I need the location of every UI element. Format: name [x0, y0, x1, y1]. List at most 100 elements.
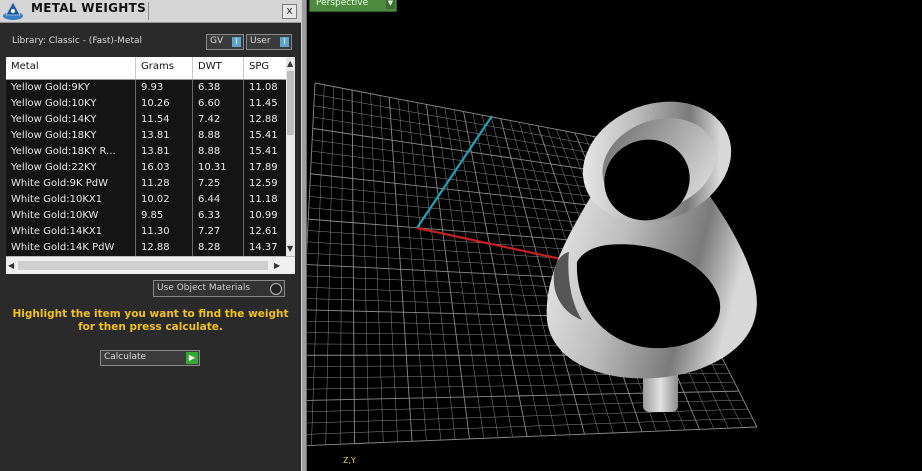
spg-cell: 12.59 [249, 178, 278, 189]
cell-divider [243, 144, 244, 160]
metal-cell: Yellow Gold:22KY [11, 162, 97, 173]
chevron-down-icon[interactable]: ▼ [386, 0, 395, 9]
grams-cell: 11.30 [141, 226, 170, 237]
table-row[interactable]: White Gold:14KX1 11.30 7.27 12.61 [6, 224, 286, 241]
metal-cell: Yellow Gold:9KY [11, 82, 90, 93]
table-row[interactable]: White Gold:10KX1 10.02 6.44 11.18 [6, 192, 286, 209]
ring-model[interactable] [546, 82, 757, 412]
panel-title: METAL WEIGHTS [31, 1, 147, 15]
dwt-cell: 7.42 [198, 114, 221, 125]
scroll-up-icon[interactable]: ▲ [287, 59, 293, 68]
calculate-label: Calculate [104, 352, 147, 362]
grams-cell: 9.85 [141, 210, 164, 221]
scroll-left-icon[interactable]: ◀ [8, 261, 14, 270]
calculate-button[interactable]: Calculate ▶ [100, 350, 200, 366]
dwt-cell: 8.28 [198, 242, 221, 253]
axis-indicator-label: Z,Y [343, 456, 356, 465]
horizontal-scrollbar[interactable]: ◀ ▶ [6, 256, 295, 274]
dwt-cell: 7.27 [198, 226, 221, 237]
cell-divider [192, 192, 193, 208]
cell-divider [192, 144, 193, 160]
app-logo-icon [3, 1, 23, 20]
table-row[interactable]: Yellow Gold:14KY 11.54 7.42 12.88 [6, 112, 286, 129]
scroll-right-icon[interactable]: ▶ [274, 261, 280, 270]
cell-divider [135, 96, 136, 112]
3d-viewport[interactable]: Perspective ▼ Z,Y [307, 0, 922, 471]
cell-divider [243, 160, 244, 176]
header-spg[interactable]: SPG [249, 61, 269, 72]
cell-divider [192, 224, 193, 240]
header-metal[interactable]: Metal [11, 61, 39, 72]
viewport-scene [307, 82, 758, 447]
user-label: User [250, 36, 271, 46]
use-object-materials-toggle[interactable]: Use Object Materials [153, 280, 285, 297]
cell-divider [192, 160, 193, 176]
table-row[interactable]: White Gold:9K PdW 11.28 7.25 12.59 [6, 176, 286, 193]
cell-divider [192, 112, 193, 128]
spg-cell: 17.89 [249, 162, 278, 173]
spg-cell: 11.08 [249, 82, 278, 93]
cell-divider [243, 224, 244, 240]
use-object-materials-label: Use Object Materials [157, 283, 251, 293]
table-row[interactable]: Yellow Gold:18KY 13.81 8.88 15.41 [6, 128, 286, 145]
gv-toggle-button[interactable]: GV I [206, 34, 244, 50]
table-body: Yellow Gold:9KY 9.93 6.38 11.08 Yellow Gold:… [6, 80, 286, 256]
metal-cell: Yellow Gold:14KY [11, 114, 97, 125]
metal-cell: White Gold:14K PdW [11, 242, 115, 253]
grams-cell: 13.81 [141, 130, 170, 141]
cell-divider [243, 176, 244, 192]
cell-divider [135, 144, 136, 160]
vertical-scroll-thumb[interactable] [287, 71, 294, 135]
close-button[interactable]: x [282, 4, 297, 19]
cell-divider [135, 240, 136, 256]
header-dwt[interactable]: DWT [198, 61, 222, 72]
cell-divider [192, 176, 193, 192]
cell-divider [192, 208, 193, 224]
dwt-cell: 6.44 [198, 194, 221, 205]
metal-cell: Yellow Gold:18KY R... [11, 146, 116, 157]
cell-divider [243, 112, 244, 128]
table-row[interactable]: Yellow Gold:9KY 9.93 6.38 11.08 [6, 80, 286, 97]
cell-divider [192, 96, 193, 112]
dwt-cell: 10.31 [198, 162, 227, 173]
user-toggle-knob-icon: I [280, 37, 289, 47]
table-row[interactable]: White Gold:10KW 9.85 6.33 10.99 [6, 208, 286, 225]
dwt-cell: 8.88 [198, 146, 221, 157]
spg-cell: 15.41 [249, 130, 278, 141]
grams-cell: 13.81 [141, 146, 170, 157]
cell-divider [243, 80, 244, 96]
table-row[interactable]: Yellow Gold:22KY 16.03 10.31 17.89 [6, 160, 286, 177]
cell-divider [135, 112, 136, 128]
y-axis-line [416, 115, 493, 229]
scroll-down-icon[interactable]: ▼ [287, 244, 293, 253]
view-selector[interactable]: Perspective ▼ [309, 0, 397, 12]
gv-toggle-knob-icon: I [232, 37, 241, 47]
metal-cell: White Gold:9K PdW [11, 178, 108, 189]
grams-cell: 16.03 [141, 162, 170, 173]
user-toggle-button[interactable]: User I [246, 34, 292, 50]
spg-cell: 15.41 [249, 146, 278, 157]
cell-divider [135, 128, 136, 144]
grams-cell: 10.02 [141, 194, 170, 205]
dwt-cell: 7.25 [198, 178, 221, 189]
panel-titlebar: METAL WEIGHTS x [0, 0, 301, 23]
radio-icon[interactable] [270, 283, 282, 295]
view-label: Perspective [316, 0, 369, 8]
vertical-scrollbar[interactable]: ▲ ▼ [286, 57, 295, 256]
table-row[interactable]: Yellow Gold:18KY R... 13.81 8.88 15.41 [6, 144, 286, 161]
table-row[interactable]: Yellow Gold:10KY 10.26 6.60 11.45 [6, 96, 286, 113]
cell-divider [192, 128, 193, 144]
cell-divider [243, 96, 244, 112]
column-divider [135, 57, 136, 79]
table-row[interactable]: White Gold:14K PdW 12.88 8.28 14.37 [6, 240, 286, 256]
horizontal-scroll-thumb[interactable] [18, 261, 268, 270]
dwt-cell: 6.38 [198, 82, 221, 93]
cell-divider [243, 128, 244, 144]
spg-cell: 11.45 [249, 98, 278, 109]
header-grams[interactable]: Grams [141, 61, 174, 72]
gv-label: GV [210, 36, 224, 46]
cell-divider [243, 240, 244, 256]
cell-divider [243, 208, 244, 224]
column-divider [243, 57, 244, 79]
grams-cell: 11.54 [141, 114, 170, 125]
